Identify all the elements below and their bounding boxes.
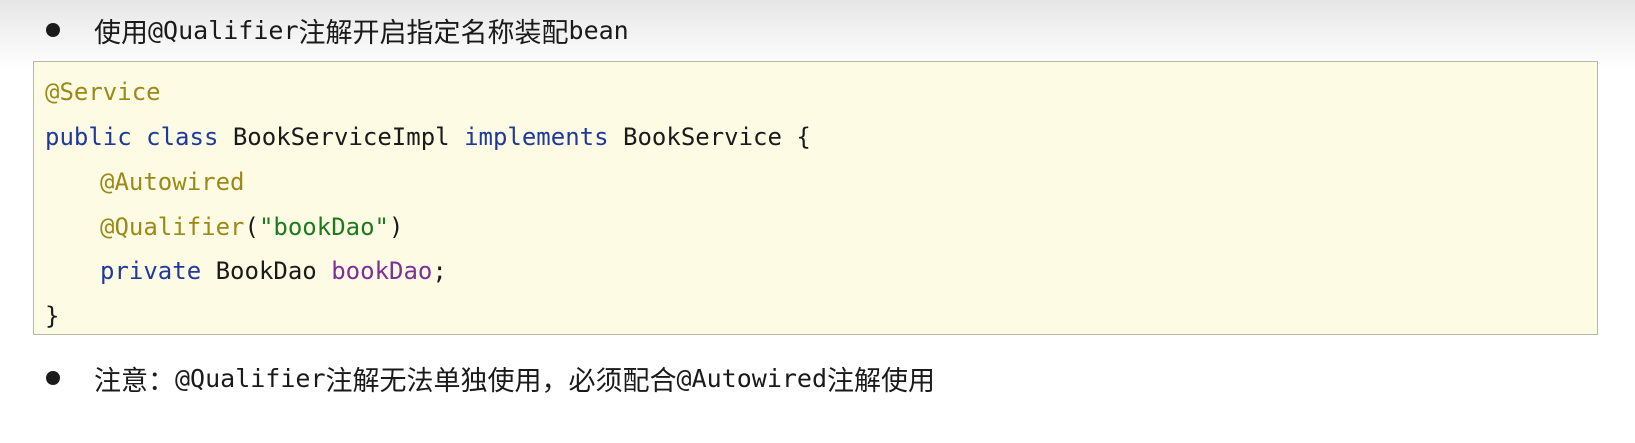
code-line-2: public class BookServiceImpl implements … xyxy=(45,120,811,154)
bullet-dot-icon xyxy=(46,371,60,385)
note-text-middle: 注解无法单独使用，必须配合 xyxy=(325,365,677,397)
code-line-3: @Autowired xyxy=(45,165,245,199)
code-line-6: } xyxy=(45,299,59,333)
code-keyword-implements: implements xyxy=(464,123,609,151)
bullet-text-prefix: 使用 xyxy=(94,17,148,49)
code-keyword-class: class xyxy=(146,123,219,151)
note-text-code-autowired: @Autowired xyxy=(676,363,828,393)
code-type-bookdao: BookDao xyxy=(215,257,317,285)
bullet-item-qualifier-usage: 使用 @Qualifier 注解开启指定名称装配 bean xyxy=(46,10,629,50)
bullet-dot-icon xyxy=(46,23,60,37)
bullet-item-note: 注意： @Qualifier 注解无法单独使用，必须配合 @Autowired 注解使用 xyxy=(46,358,935,398)
code-close-brace: } xyxy=(45,302,60,330)
code-annotation-autowired: @Autowired xyxy=(100,168,245,196)
bullet-text-suffix: bean xyxy=(568,15,629,45)
code-annotation-qualifier: @Qualifier xyxy=(100,213,245,241)
code-semicolon: ; xyxy=(432,257,447,285)
note-text-code-qualifier: @Qualifier xyxy=(175,363,326,393)
note-text-prefix: 注意： xyxy=(94,365,175,397)
code-annotation-service: @Service xyxy=(45,78,161,106)
code-field-bookdao: bookDao xyxy=(331,257,433,285)
bullet-text-middle: 注解开启指定名称装配 xyxy=(298,17,569,49)
code-open-brace: { xyxy=(796,123,811,151)
code-string-bookdao: "bookDao" xyxy=(258,213,389,241)
code-class-name: BookServiceImpl xyxy=(232,123,450,151)
bullet-text-code: @Qualifier xyxy=(148,15,299,45)
code-line-1: @Service xyxy=(45,75,161,109)
note-text-suffix: 注解使用 xyxy=(827,365,936,397)
code-keyword-private: private xyxy=(100,257,202,285)
code-keyword-public: public xyxy=(45,123,132,151)
code-block: @Service public class BookServiceImpl im… xyxy=(33,61,1598,335)
code-paren-close: ) xyxy=(389,213,404,241)
code-interface-name: BookService xyxy=(623,123,782,151)
code-line-4: @Qualifier("bookDao") xyxy=(45,210,403,244)
code-line-5: private BookDao bookDao; xyxy=(45,254,447,288)
code-paren-open: ( xyxy=(244,213,259,241)
